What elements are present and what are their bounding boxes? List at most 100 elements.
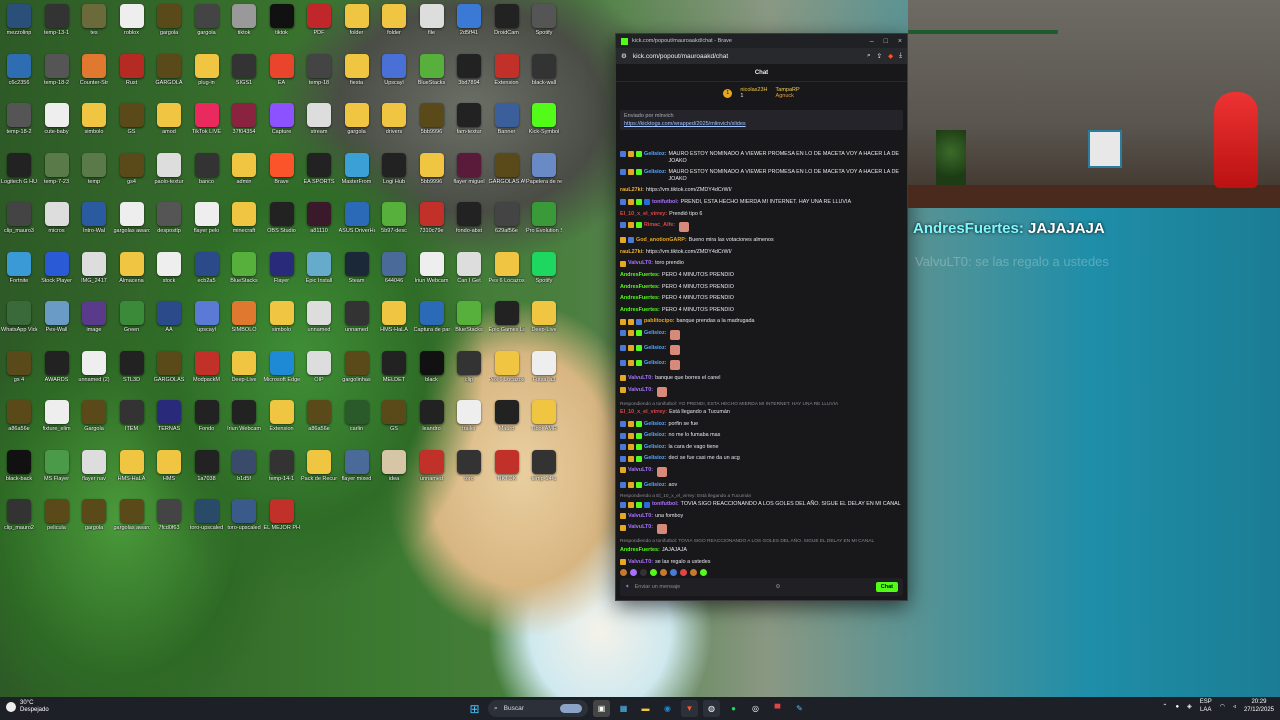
- url-text[interactable]: kick.com/popout/mauroaakd/chat: [633, 53, 861, 60]
- desktop-icon[interactable]: 7310c79e: [414, 202, 450, 234]
- desktop-icon[interactable]: temp-14-1: [526, 449, 562, 482]
- chat-username[interactable]: Gelisioz:: [644, 151, 666, 158]
- desktop-icon[interactable]: Pes-Wall: [39, 301, 75, 333]
- desktop-icon[interactable]: simbolo: [76, 103, 112, 135]
- desktop-icon[interactable]: Stock Player: [39, 251, 75, 284]
- desktop-icon[interactable]: GS: [114, 103, 150, 135]
- desktop-icon[interactable]: Iriun Webcam: [414, 251, 450, 284]
- desktop-icon[interactable]: gargola: [76, 499, 112, 531]
- desktop-icon[interactable]: a86a56e: [301, 400, 337, 432]
- desktop-icon[interactable]: file: [414, 4, 450, 36]
- desktop-icon[interactable]: BlueStacks: [226, 251, 262, 284]
- desktop-icon[interactable]: temp-7-23: [39, 152, 75, 185]
- desktop-icon[interactable]: GARGOLA: [151, 53, 187, 86]
- desktop-icon[interactable]: Flayer: [264, 251, 300, 284]
- desktop-icon[interactable]: IMG_2417: [76, 251, 112, 284]
- clock[interactable]: 20:29 27/12/2025: [1244, 699, 1274, 714]
- search-icon[interactable]: ⌕: [867, 52, 871, 60]
- emote-icon[interactable]: ✦: [625, 584, 630, 590]
- desktop-icon[interactable]: image: [76, 301, 112, 333]
- desktop-icon[interactable]: mezzolinp: [1, 4, 37, 36]
- desktop-icon[interactable]: gs4: [114, 152, 150, 185]
- desktop-icon[interactable]: MS Flayer: [39, 449, 75, 482]
- desktop-icon[interactable]: gargolas awards: [114, 499, 150, 531]
- desktop-icon[interactable]: paolo-textur: [151, 152, 187, 185]
- desktop-icon[interactable]: Pro Evolution Soccer: [526, 202, 562, 234]
- desktop-icon[interactable]: Upscayl: [376, 53, 412, 86]
- desktop-icon[interactable]: idea: [376, 449, 412, 482]
- desktop-icon[interactable]: temp-18-2: [1, 103, 37, 135]
- desktop-icon[interactable]: ModpackM: [189, 350, 225, 383]
- desktop-icon[interactable]: Capture: [264, 103, 300, 135]
- chat-username[interactable]: God_anotionGARP:: [636, 237, 687, 244]
- desktop-icon[interactable]: EA SPORTS: [301, 152, 337, 185]
- chat-username[interactable]: AndresFuertes:: [620, 547, 660, 554]
- desktop-icon[interactable]: upscayl: [189, 301, 225, 333]
- desktop-icon[interactable]: Logi Hub: [376, 152, 412, 185]
- desktop-icon[interactable]: Microsoft Edge: [264, 350, 300, 383]
- desktop-icon[interactable]: gargola: [151, 4, 187, 36]
- desktop-icon[interactable]: toro-upscaled: [189, 499, 225, 531]
- minimize-icon[interactable]: –: [870, 38, 874, 45]
- desktop-icon[interactable]: Deep-Live: [526, 301, 562, 333]
- widgets-icon[interactable]: ▦: [615, 700, 632, 717]
- desktop-icon[interactable]: Pes 6 Locazos: [489, 251, 525, 284]
- chat-username[interactable]: Gelisioz:: [644, 360, 666, 367]
- desktop-icon[interactable]: carlin: [339, 400, 375, 432]
- desktop-icon[interactable]: TikTok LIVE: [189, 103, 225, 135]
- chat-username[interactable]: Gelisioz:: [644, 421, 666, 428]
- desktop-icon[interactable]: SIGS1: [226, 53, 262, 86]
- brave-icon[interactable]: ▼: [681, 700, 698, 717]
- desktop-icon[interactable]: EL MEJOR PHONK: [264, 499, 300, 531]
- desktop-icon[interactable]: GARGOLAS AWARDS: [489, 152, 525, 185]
- desktop-icon[interactable]: banco: [189, 152, 225, 185]
- recorder-icon[interactable]: ▀: [769, 700, 786, 717]
- desktop-icon[interactable]: temp-18: [301, 53, 337, 86]
- chat-username[interactable]: ValvuLT0:: [628, 375, 653, 382]
- desktop-icon[interactable]: cute-baby: [39, 103, 75, 135]
- address-bar[interactable]: ⚙ kick.com/popout/mauroaakd/chat ⌕ ⇪ ◆ ⤓: [616, 48, 907, 64]
- desktop-icon[interactable]: drivers: [376, 103, 412, 135]
- desktop-icon[interactable]: gargolinhas: [339, 350, 375, 383]
- chat-username[interactable]: ValvuLT0:: [628, 559, 653, 566]
- desktop-icon[interactable]: Counter-Str: [76, 53, 112, 86]
- desktop-icon[interactable]: Green: [114, 301, 150, 333]
- chat-username[interactable]: Gelisioz:: [644, 330, 666, 337]
- desktop-icon[interactable]: unnamed: [414, 449, 450, 482]
- desktop-icon[interactable]: stock: [151, 251, 187, 284]
- desktop-icon[interactable]: Futsal a3: [526, 350, 562, 383]
- language-indicator[interactable]: ESP LAA: [1200, 699, 1212, 714]
- desktop-icon[interactable]: ASUS DriverHub: [339, 202, 375, 234]
- desktop-icon[interactable]: Spotify: [526, 251, 562, 284]
- chat-username[interactable]: Gelisioz:: [644, 444, 666, 451]
- desktop-icon[interactable]: micros: [39, 202, 75, 234]
- windows-start-icon[interactable]: ⊞: [466, 700, 483, 717]
- desktop-icon[interactable]: OBS Studio: [264, 202, 300, 234]
- chat-send-button[interactable]: Chat: [875, 582, 898, 592]
- desktop-icon[interactable]: fondo-abst: [451, 202, 487, 234]
- desktop-icon[interactable]: GARGOLAS: [151, 350, 187, 383]
- desktop-icon[interactable]: 7fcd0f63: [151, 499, 187, 531]
- desktop-icon[interactable]: 3bd7894: [451, 53, 487, 86]
- chat-username[interactable]: El_10_x_el_virrey:: [620, 211, 667, 218]
- chat-username[interactable]: Rimac_Alfe:: [644, 222, 675, 229]
- desktop-icon[interactable]: tiktok: [264, 4, 300, 36]
- mic-icon[interactable]: ●: [1175, 704, 1179, 710]
- desktop-icon[interactable]: HMS-HaLA: [114, 449, 150, 482]
- chat-username[interactable]: El_10_x_el_virrey:: [620, 409, 667, 416]
- chat-username[interactable]: pablitocipo:: [644, 318, 675, 325]
- desktop-icon[interactable]: fixture_elim: [39, 400, 75, 432]
- desktop-icon[interactable]: 644046: [376, 251, 412, 284]
- desktop-icon[interactable]: fiesta: [339, 53, 375, 86]
- desktop-icon[interactable]: Rust: [114, 53, 150, 86]
- site-settings-icon[interactable]: ⚙: [621, 52, 627, 60]
- desktop-icon[interactable]: tiktok: [226, 4, 262, 36]
- desktop-icon[interactable]: plug-in: [189, 53, 225, 86]
- desktop-icon[interactable]: Can I Get: [451, 251, 487, 284]
- chat-input[interactable]: ✦ Enviar un mensaje ⚙ Chat: [620, 578, 903, 596]
- chat-username[interactable]: Gelisioz:: [644, 345, 666, 352]
- desktop-icon[interactable]: Deep-Live: [226, 350, 262, 383]
- desktop-icon[interactable]: flayer miguel: [451, 152, 487, 185]
- desktop-icon[interactable]: a86a56e: [1, 400, 37, 432]
- maximize-icon[interactable]: □: [884, 38, 888, 45]
